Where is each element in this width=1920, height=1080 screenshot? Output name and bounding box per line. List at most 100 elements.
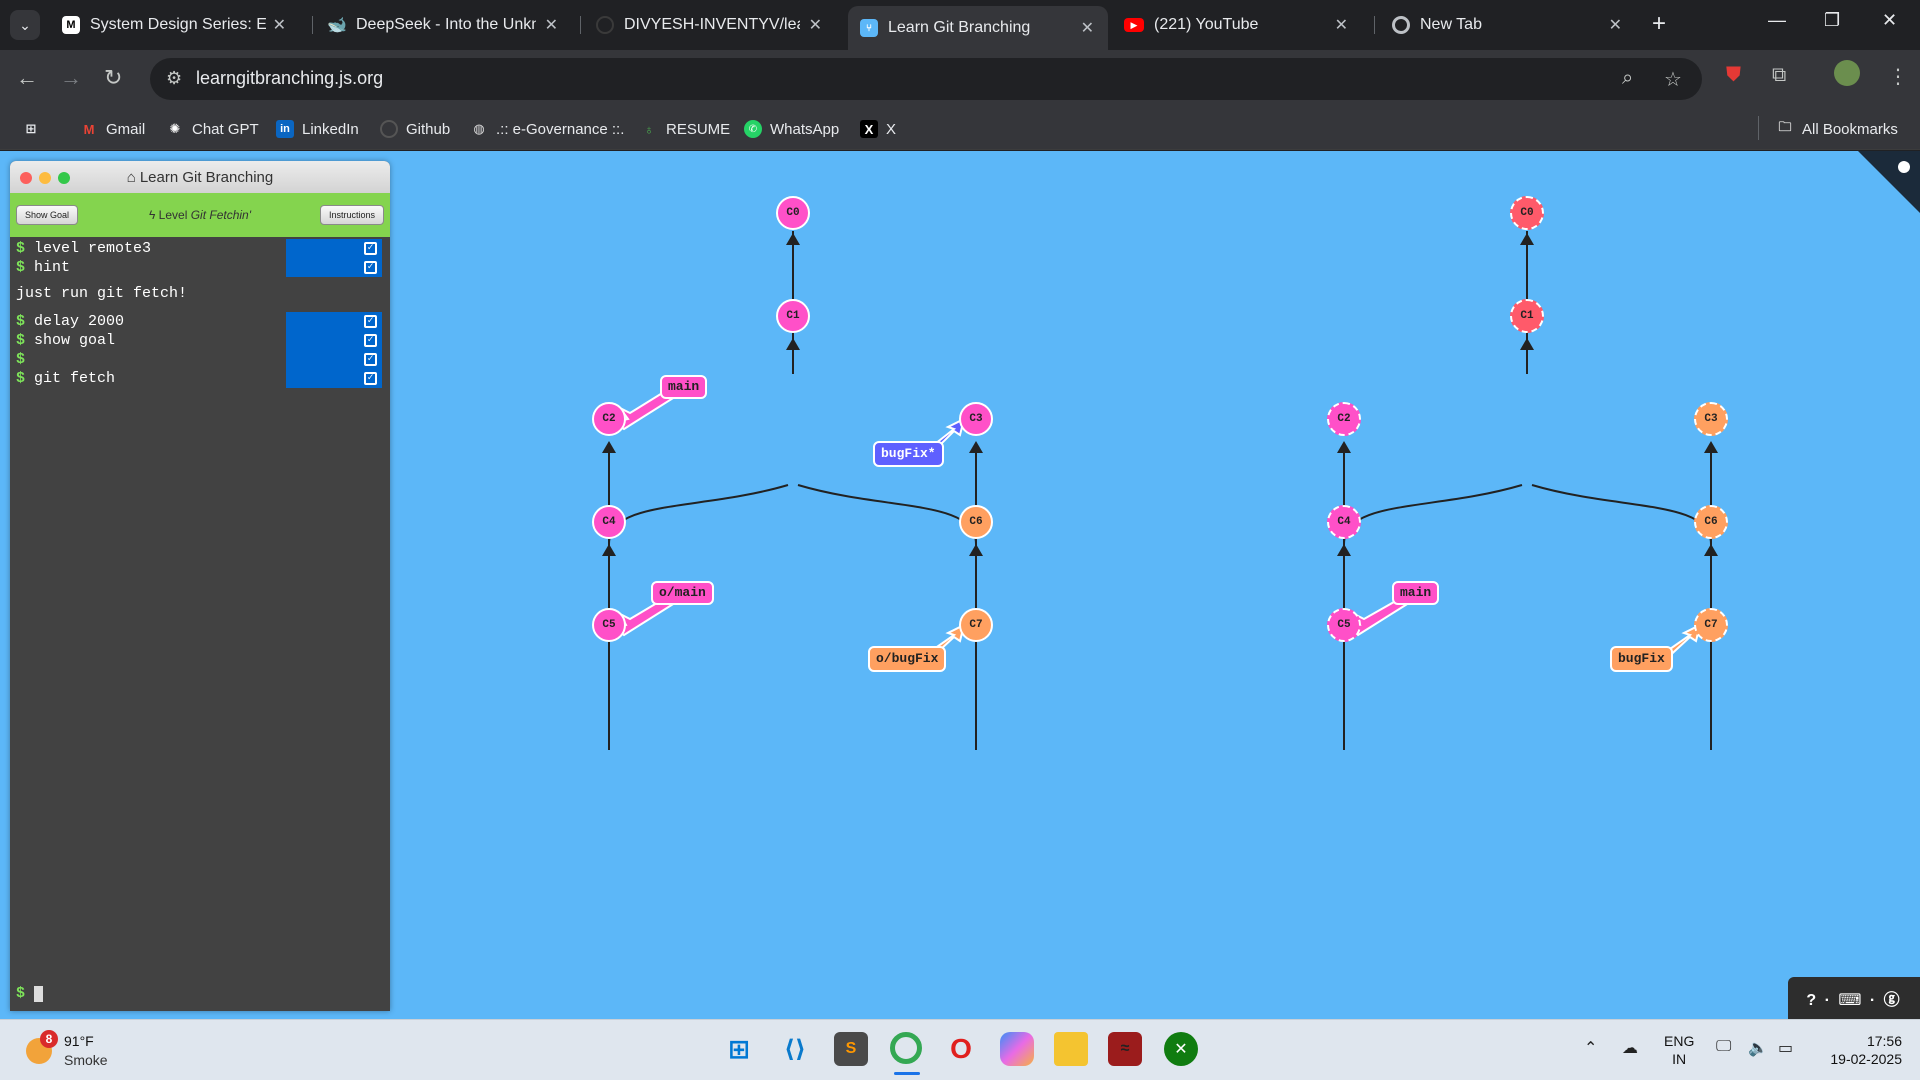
tab-learn-git-branching[interactable]: ⑂ Learn Git Branching ✕ [848,6,1108,50]
goal-branch-label-main: main [1392,581,1440,605]
tab-search-button[interactable]: ⌄ [10,10,40,40]
weather-badge: 8 [40,1030,58,1048]
help-widget[interactable]: ? · ⌨ · ⓖ [1788,977,1920,1019]
system-clock[interactable]: 17:56 19-02-2025 [1818,1032,1902,1068]
bookmark-resume[interactable]: ♁ RESUME [640,116,730,142]
github-icon [596,16,614,34]
close-dot-icon[interactable] [20,172,32,184]
checkbox-icon: ✓ [364,261,377,274]
close-icon[interactable]: ✕ [1609,15,1622,35]
reload-button[interactable]: ↻ [104,64,122,92]
menu-icon[interactable]: ⋮ [1888,64,1908,89]
level-name: Git Fetchin' [190,208,252,222]
goal-commit-node-c3: C3 [1694,402,1728,436]
goal-commit-node-c7: C7 [1694,608,1728,642]
checkbox-icon: ✓ [364,353,377,366]
tab-medium[interactable]: M System Design Series: Elasti ✕ [50,8,300,42]
copilot-icon[interactable] [1000,1032,1034,1066]
tab-new-tab[interactable]: New Tab ✕ [1380,8,1636,42]
close-window-button[interactable]: ✕ [1882,10,1897,31]
volume-icon[interactable]: 🔈 [1748,1038,1768,1058]
forward-button[interactable]: → [60,64,82,92]
branch-label-o-main: o/main [651,581,714,605]
apps-button[interactable]: ⊞ [22,116,48,142]
address-bar[interactable]: ⚙ learngitbranching.js.org ⌕ ☆ [150,58,1702,100]
tab-strip: ⌄ M System Design Series: Elasti ✕ 🐋 Dee… [0,0,1920,50]
back-button[interactable]: ← [16,64,38,92]
browser-toolbar: ← → ↻ ⚙ learngitbranching.js.org ⌕ ☆ ⛊ ⧉… [0,50,1920,108]
minimize-button[interactable]: — [1768,10,1786,31]
maximize-dot-icon[interactable] [58,172,70,184]
minimize-dot-icon[interactable] [39,172,51,184]
commit-node-c0: C0 [776,196,810,230]
sublime-icon[interactable]: S [834,1032,868,1066]
windows-start-icon[interactable]: ⊞ [722,1032,756,1066]
kali-icon[interactable]: ≈ [1108,1032,1142,1066]
show-hidden-icons[interactable]: ⌃ [1584,1038,1597,1058]
restore-button[interactable]: ❐ [1824,10,1840,31]
bookmark-chatgpt[interactable]: ✺ Chat GPT [166,116,259,142]
whatsapp-icon: ✆ [744,120,762,138]
close-icon[interactable]: ✕ [809,15,822,35]
text-cursor [34,986,43,1002]
battery-icon[interactable]: ▭ [1778,1038,1793,1058]
all-bookmarks-button[interactable]: 🗀 All Bookmarks [1776,116,1898,142]
new-tab-button[interactable]: + [1652,12,1666,36]
opera-icon[interactable]: O [944,1032,978,1066]
site-settings-icon[interactable]: ⚙ [166,68,182,89]
command-terminal: ⌂ Learn Git Branching Show Goal ϟ Level … [10,161,390,1011]
file-explorer-icon[interactable] [1054,1032,1088,1066]
hint-output: just run git fetch! [16,285,188,302]
checkbox-icon: ✓ [364,372,377,385]
close-icon[interactable]: ✕ [1335,15,1348,35]
language-indicator[interactable]: ENG IN [1664,1032,1694,1068]
goal-commit-node-c5: C5 [1327,608,1361,642]
instructions-button[interactable]: Instructions [319,205,384,225]
learngit-icon: ⑂ [860,19,878,37]
bolt-icon: ϟ [148,208,156,222]
clock-date: 19-02-2025 [1830,1051,1902,1067]
weather-temp: 91°F [64,1033,94,1049]
vscode-icon[interactable]: ⟨⟩ [778,1032,812,1066]
bookmark-label: RESUME [666,120,731,138]
bookmark-whatsapp[interactable]: ✆ WhatsApp [744,116,839,142]
linkedin-icon: in [276,120,294,138]
extensions-icon[interactable]: ⧉ [1772,64,1786,87]
network-icon[interactable]: 🖵 [1716,1038,1731,1056]
bookmark-egovernance[interactable]: ◍ .:: e-Governance ::. [470,116,624,142]
tab-github[interactable]: DIVYESH-INVENTYV/learn- ✕ [584,8,836,42]
weather-widget[interactable]: 8 91°F Smoke [22,1030,132,1074]
commit-node-c2: C2 [592,402,626,436]
close-icon[interactable]: ✕ [1081,18,1094,38]
bookmark-x[interactable]: XX [860,116,896,142]
deepseek-icon: 🐋 [327,17,347,34]
bookmark-star-icon[interactable]: ☆ [1664,67,1682,92]
bookmark-label: All Bookmarks [1802,120,1898,138]
command-input[interactable]: $ [10,977,390,1007]
bookmark-label: X [886,120,897,138]
checkbox-icon: ✓ [364,334,377,347]
tab-title: (221) YouTube [1154,16,1259,33]
ublock-icon[interactable]: ⛊ [1726,64,1741,87]
level-toolbar: Show Goal ϟ Level Git Fetchin' Instructi… [10,193,390,237]
profile-avatar[interactable] [1834,60,1860,86]
onedrive-icon[interactable]: ☁ [1622,1038,1638,1058]
branch-label-main: main [660,375,708,399]
xbox-icon[interactable]: ✕ [1164,1032,1198,1066]
bookmark-gmail[interactable]: M Gmail [80,116,146,142]
bookmark-linkedin[interactable]: in LinkedIn [276,116,359,142]
folder-icon: 🗀 [1778,119,1792,134]
command-entry: $ show goal ✓ [16,331,382,350]
close-icon[interactable]: ✕ [273,15,286,35]
bookmark-github[interactable]: Github [380,116,450,142]
zoom-icon[interactable]: ⌕ [1622,67,1633,90]
tab-deepseek[interactable]: 🐋 DeepSeek - Into the Unkno ✕ [316,8,572,42]
close-icon[interactable]: ✕ [545,15,558,35]
prompt-symbol: $ [16,985,26,1002]
tab-youtube[interactable]: ▶ (221) YouTube ✕ [1112,8,1362,42]
command-text: hint [34,259,71,276]
chrome-icon[interactable] [890,1032,922,1064]
region-code: IN [1672,1051,1687,1067]
url-text[interactable]: learngitbranching.js.org [196,68,383,89]
tab-title: DeepSeek - Into the Unkno [356,16,536,33]
